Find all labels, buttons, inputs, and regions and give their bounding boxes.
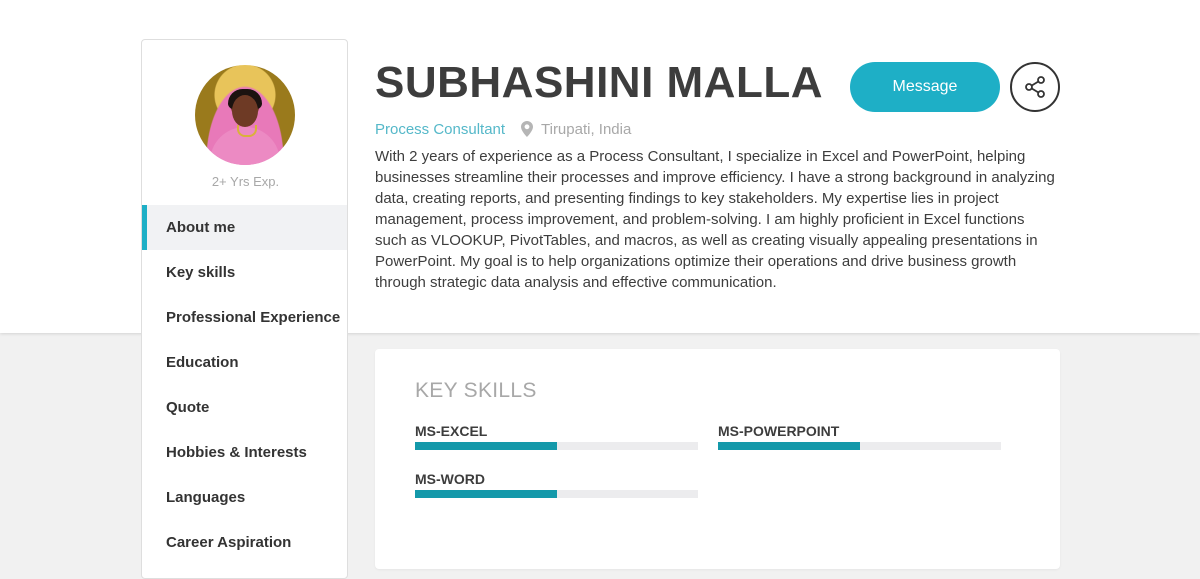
sidebar-item-hobbies-interests[interactable]: Hobbies & Interests	[142, 430, 347, 475]
skill-label: MS-POWERPOINT	[718, 423, 840, 439]
skill-bar-fill	[718, 442, 860, 450]
share-button[interactable]	[1010, 62, 1060, 112]
sidebar-item-quote[interactable]: Quote	[142, 385, 347, 430]
skill-item: MS-POWERPOINT	[718, 423, 1001, 450]
skill-bar	[415, 490, 698, 498]
profile-location: Tirupati, India	[541, 121, 632, 138]
share-icon	[1025, 76, 1045, 98]
skill-item: MS-WORD	[415, 471, 698, 498]
message-button[interactable]: Message	[850, 62, 1000, 112]
sidebar-item-key-skills[interactable]: Key skills	[142, 250, 347, 295]
experience-label: 2+ Yrs Exp.	[211, 174, 280, 189]
location-pin-icon	[521, 121, 533, 137]
key-skills-card: KEY SKILLS MS-EXCEL MS-POWERPOINT MS-WOR…	[375, 349, 1060, 569]
sidebar-item-career-aspiration[interactable]: Career Aspiration	[142, 520, 347, 565]
profile-name: SUBHASHINI MALLA	[375, 58, 823, 107]
skill-item: MS-EXCEL	[415, 423, 698, 450]
sidebar-item-about-me[interactable]: About me	[142, 205, 347, 250]
sidebar-item-professional-experience[interactable]: Professional Experience	[142, 295, 347, 340]
avatar	[195, 65, 295, 165]
key-skills-title: KEY SKILLS	[415, 379, 537, 402]
profile-sidebar: 2+ Yrs Exp. About me Key skills Professi…	[141, 39, 348, 579]
sidebar-item-languages[interactable]: Languages	[142, 475, 347, 520]
skill-bar-fill	[415, 442, 557, 450]
skill-bar	[718, 442, 1001, 450]
profile-role: Process Consultant	[375, 121, 506, 138]
skill-bar	[415, 442, 698, 450]
sidebar-nav: About me Key skills Professional Experie…	[142, 205, 347, 565]
about-text: With 2 years of experience as a Process …	[375, 148, 1055, 291]
skill-bar-fill	[415, 490, 557, 498]
skill-label: MS-WORD	[415, 471, 485, 487]
skill-label: MS-EXCEL	[415, 423, 488, 439]
sidebar-item-education[interactable]: Education	[142, 340, 347, 385]
